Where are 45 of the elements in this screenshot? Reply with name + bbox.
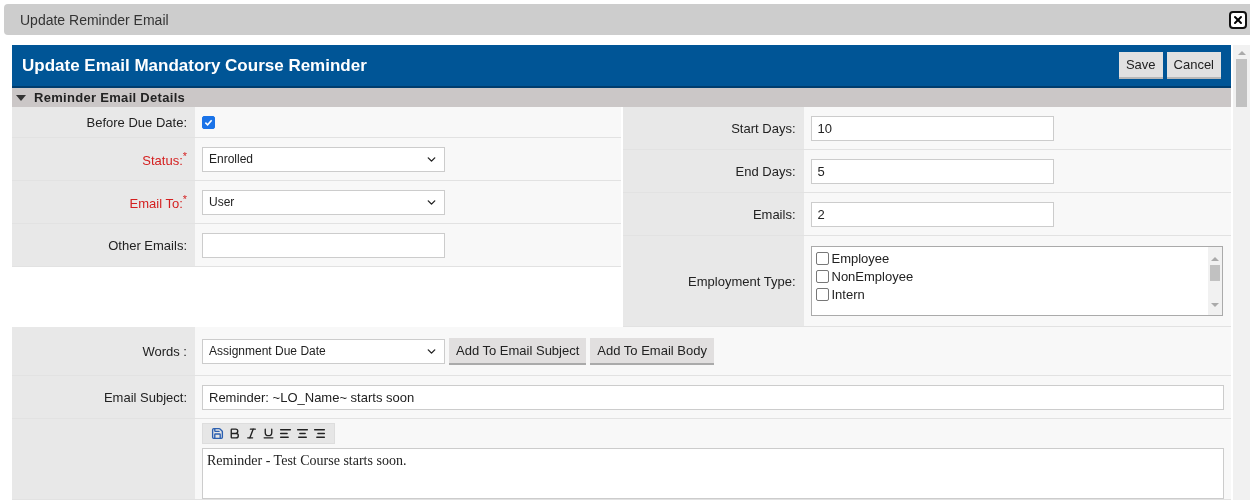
- field-label: Employment Type:: [688, 273, 796, 289]
- insert-button[interactable]: Add To Email Subject: [449, 337, 587, 365]
- close-button[interactable]: [1229, 10, 1247, 29]
- input-field[interactable]: 2: [810, 201, 1054, 227]
- field-label: Status:$^{*}$: [142, 149, 187, 169]
- field-label: Emails:: [752, 206, 796, 222]
- dropdown[interactable]: User: [202, 189, 445, 215]
- align-center-icon[interactable]: [296, 427, 309, 440]
- option-label: Employee: [831, 251, 890, 266]
- option-label: NonEmployee: [831, 269, 914, 284]
- italic-icon[interactable]: [245, 427, 258, 440]
- checkbox[interactable]: [202, 115, 215, 129]
- checkbox[interactable]: [815, 252, 829, 265]
- field-label: Start Days:: [731, 120, 796, 136]
- field-label: Email Subject:: [103, 389, 187, 405]
- input-field[interactable]: Reminder: ~LO_Name~ starts soon: [202, 384, 1224, 410]
- field-label: Email To:$^{*}$: [129, 192, 187, 212]
- dropdown[interactable]: Assignment Due Date: [202, 338, 445, 364]
- checkbox[interactable]: [815, 270, 829, 283]
- option-label: Intern: [831, 287, 865, 302]
- section-header[interactable]: Reminder Email Details: [12, 88, 1231, 107]
- input-field[interactable]: [202, 232, 445, 258]
- input-field[interactable]: 5: [810, 158, 1054, 184]
- close-icon: [1232, 13, 1244, 26]
- dialog-title: Update Reminder Email: [20, 11, 169, 28]
- field-label: Before Due Date:: [86, 114, 187, 130]
- align-right-icon[interactable]: [313, 427, 326, 440]
- header-button[interactable]: Cancel: [1166, 52, 1221, 80]
- scrollbar[interactable]: [1207, 247, 1222, 315]
- underline-icon[interactable]: [262, 427, 275, 440]
- input-field[interactable]: 10: [810, 115, 1054, 141]
- save-icon[interactable]: [211, 427, 224, 440]
- scrollbar[interactable]: [1233, 45, 1250, 500]
- insert-button[interactable]: Add To Email Body: [590, 337, 714, 365]
- field-label: Other Emails:: [108, 237, 187, 253]
- page-title: Update Email Mandatory Course Reminder: [22, 55, 367, 76]
- checkbox-list[interactable]: Employee NonEmployee Intern: [810, 246, 1223, 316]
- dropdown[interactable]: Enrolled: [202, 146, 445, 172]
- checkbox[interactable]: [815, 288, 829, 301]
- field-label: Words :: [142, 343, 187, 359]
- bold-icon[interactable]: [228, 427, 241, 440]
- field-label: End Days:: [735, 163, 796, 179]
- email-body-editor[interactable]: Reminder - Test Course starts soon.: [202, 448, 1224, 499]
- header-button[interactable]: Save: [1118, 52, 1163, 80]
- align-left-icon[interactable]: [279, 427, 292, 440]
